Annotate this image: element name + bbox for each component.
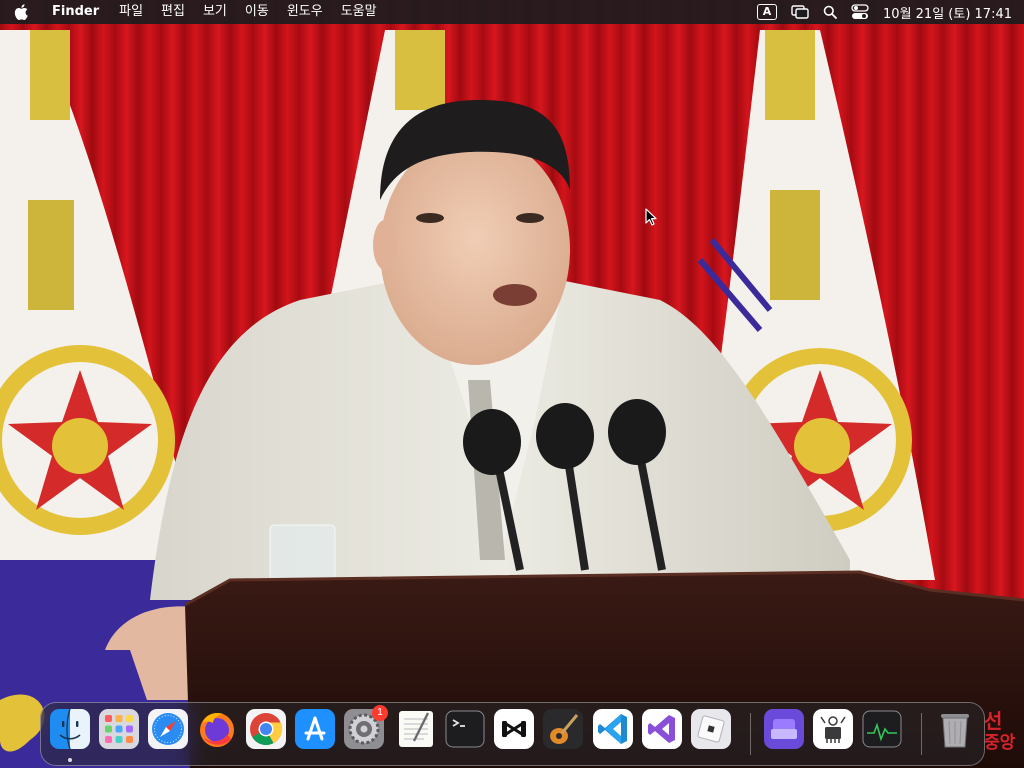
wallpaper-corner-text-line1: 선 bbox=[984, 709, 1003, 733]
launchpad-icon bbox=[99, 709, 139, 749]
wallpaper-corner-text: 선 중앙 bbox=[984, 710, 1024, 754]
firefox-icon bbox=[200, 713, 234, 747]
trash-icon bbox=[941, 714, 969, 748]
chip-icon bbox=[813, 709, 853, 749]
dock-textedit[interactable] bbox=[396, 709, 436, 749]
visual-studio-icon bbox=[642, 709, 682, 749]
dock-safari[interactable] bbox=[148, 709, 188, 749]
menu-bar-clock[interactable]: 10월 21일 (토) 17:41 bbox=[883, 3, 1012, 22]
spotlight-search-icon[interactable] bbox=[815, 0, 845, 24]
guitar-icon bbox=[543, 709, 583, 749]
menu-edit[interactable]: 편집 bbox=[152, 0, 194, 24]
menu-view[interactable]: 보기 bbox=[194, 0, 236, 24]
wallpaper-corner-text-line2: 중앙 bbox=[984, 733, 1016, 753]
vscode-icon bbox=[593, 709, 633, 749]
dock-activity-monitor[interactable] bbox=[862, 709, 902, 749]
dock-capcut[interactable] bbox=[494, 709, 534, 749]
menu-go[interactable]: 이동 bbox=[236, 0, 278, 24]
dock-visual-studio[interactable] bbox=[642, 709, 682, 749]
dock-system-information[interactable] bbox=[813, 709, 853, 749]
textedit-icon bbox=[399, 711, 433, 747]
dock-system-settings[interactable]: 1 bbox=[344, 705, 388, 749]
capcut-icon bbox=[494, 709, 534, 749]
menu-file[interactable]: 파일 bbox=[110, 0, 152, 24]
finder-icon bbox=[50, 709, 90, 749]
terminal-icon bbox=[445, 710, 485, 748]
menu-window[interactable]: 윈도우 bbox=[278, 0, 332, 24]
chrome-icon bbox=[246, 709, 286, 749]
menu-bar: Finder 파일 편집 보기 이동 윈도우 도움말 A 10월 21일 (토)… bbox=[0, 0, 1024, 24]
finder-running-indicator bbox=[68, 758, 72, 762]
dock-downloads-stack[interactable] bbox=[764, 709, 804, 749]
dock: 1 bbox=[40, 702, 985, 766]
stack-icon bbox=[764, 709, 804, 749]
dock-separator-trash bbox=[921, 713, 922, 755]
app-store-icon bbox=[295, 709, 335, 749]
dock-finder[interactable] bbox=[50, 709, 90, 749]
mouse-pointer-icon bbox=[645, 208, 657, 230]
desktop-wallpaper: 선 중앙 bbox=[0, 0, 1024, 768]
apple-menu-icon[interactable] bbox=[12, 3, 30, 21]
dock-garageband[interactable] bbox=[543, 709, 583, 749]
dock-separator bbox=[750, 713, 751, 755]
menu-finder[interactable]: Finder bbox=[42, 0, 110, 24]
dock-launchpad[interactable] bbox=[99, 709, 139, 749]
control-center-icon[interactable] bbox=[845, 0, 875, 24]
dock-roblox[interactable] bbox=[691, 709, 731, 749]
menu-help[interactable]: 도움말 bbox=[332, 0, 386, 24]
dock-chrome[interactable] bbox=[246, 709, 286, 749]
roblox-icon bbox=[691, 709, 731, 749]
dock-firefox[interactable] bbox=[197, 709, 237, 749]
dock-terminal[interactable] bbox=[445, 709, 485, 749]
safari-icon bbox=[148, 709, 188, 749]
dock-trash[interactable] bbox=[935, 709, 975, 749]
screen-mirroring-icon[interactable] bbox=[785, 0, 815, 24]
dock-vscode[interactable] bbox=[593, 709, 633, 749]
notification-badge: 1 bbox=[372, 705, 388, 721]
wallpaper-photo bbox=[0, 0, 1024, 768]
dock-app-store[interactable] bbox=[295, 709, 335, 749]
activity-monitor-icon bbox=[862, 710, 902, 748]
input-source-indicator[interactable]: A bbox=[757, 4, 778, 20]
